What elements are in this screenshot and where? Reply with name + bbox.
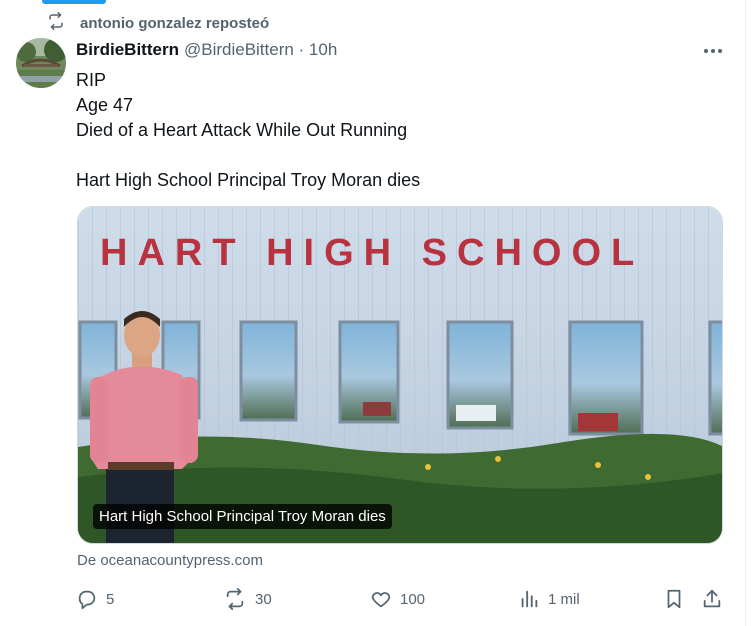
reply-icon	[76, 588, 98, 610]
views-icon	[518, 588, 540, 610]
tweet-line	[76, 143, 420, 168]
top-accent-bar	[42, 0, 106, 4]
share-button[interactable]	[701, 586, 723, 612]
more-options-button[interactable]	[700, 42, 726, 60]
media-photo: HART HIGH SCHOOL	[78, 207, 722, 543]
share-icon	[701, 588, 723, 610]
tweet-line: Age 47	[76, 95, 134, 115]
tweet-line: Hart High School Principal Troy Moran di…	[76, 170, 421, 190]
bookmark-button[interactable]	[663, 586, 685, 612]
repost-action-icon	[223, 588, 247, 610]
heart-icon	[370, 588, 392, 610]
tweet-actions: 5 30 100 1 mil	[76, 586, 728, 612]
tweet-line: Died of a Heart Attack While Out Running	[76, 120, 408, 140]
bookmark-icon	[663, 588, 685, 610]
views-count: 1 mil	[548, 590, 580, 608]
reply-button[interactable]: 5	[76, 586, 114, 612]
school-sign: HART HIGH SCHOOL	[100, 232, 644, 274]
media-caption: Hart High School Principal Troy Moran di…	[93, 504, 392, 529]
author-name[interactable]: BirdieBittern	[76, 40, 179, 60]
more-icon	[704, 49, 722, 53]
tweet-media[interactable]: HART HIGH SCHOOL Hart High School Princi…	[77, 206, 723, 544]
tweet-line: RIP	[76, 70, 107, 90]
tweet-text: RIP Age 47 Died of a Heart Attack While …	[76, 68, 420, 193]
repost-button[interactable]: 30	[223, 586, 272, 612]
timeline-border	[745, 0, 746, 626]
like-button[interactable]: 100	[370, 586, 425, 612]
repost-count: 30	[255, 590, 272, 608]
author-handle-time[interactable]: @BirdieBittern · 10h	[184, 40, 337, 60]
repost-label[interactable]: antonio gonzalez reposteó	[80, 15, 269, 32]
views-button[interactable]: 1 mil	[518, 586, 580, 612]
like-count: 100	[400, 590, 426, 608]
repost-icon	[46, 12, 66, 35]
avatar[interactable]	[16, 38, 66, 88]
reply-count: 5	[106, 590, 115, 608]
link-source[interactable]: De oceanacountypress.com	[77, 552, 263, 569]
repost-context[interactable]: antonio gonzalez reposteó	[46, 12, 269, 35]
tweet-header: BirdieBittern @BirdieBittern · 10h	[76, 40, 337, 60]
